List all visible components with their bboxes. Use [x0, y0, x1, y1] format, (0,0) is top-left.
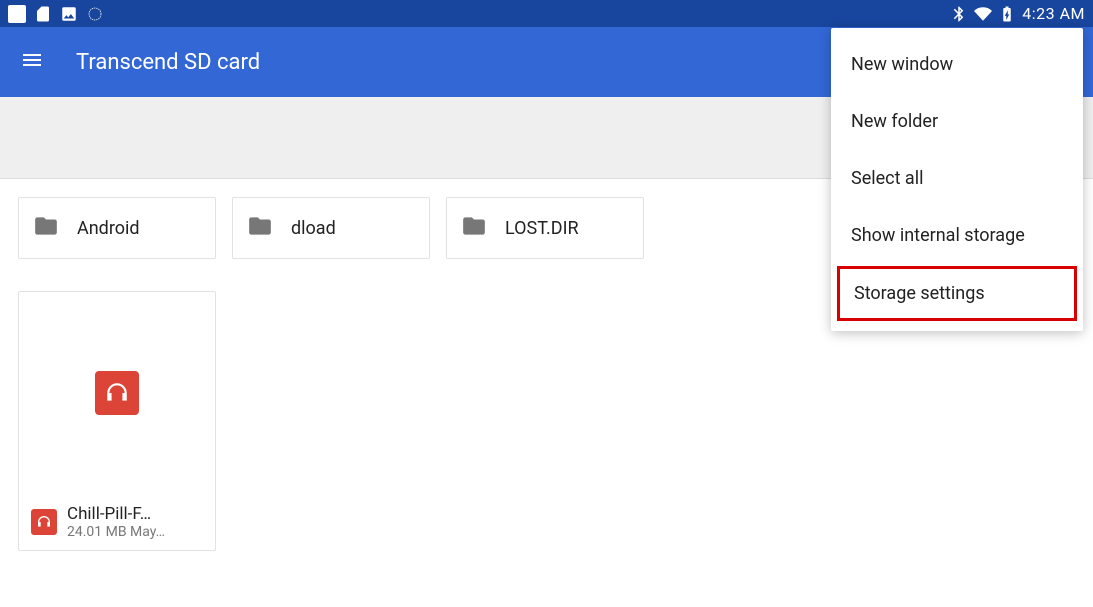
status-left: [8, 5, 104, 23]
audio-icon: [31, 509, 57, 535]
image-icon: [60, 5, 78, 23]
file-thumb: [19, 292, 215, 494]
notification-icon-1: [8, 5, 26, 23]
status-right: 4:23 AM: [950, 4, 1085, 23]
wifi-icon: [974, 5, 992, 23]
battery-icon: [998, 5, 1016, 23]
file-text: Chill-Pill-F… 24.01 MB May…: [67, 504, 165, 540]
menu-new-window[interactable]: New window: [831, 36, 1083, 93]
menu-show-internal-storage[interactable]: Show internal storage: [831, 207, 1083, 264]
status-time: 4:23 AM: [1022, 4, 1085, 23]
folder-label: dload: [291, 218, 336, 239]
menu-new-folder[interactable]: New folder: [831, 93, 1083, 150]
file-chill-pill[interactable]: Chill-Pill-F… 24.01 MB May…: [18, 291, 216, 551]
menu-storage-settings[interactable]: Storage settings: [837, 266, 1077, 321]
file-meta: 24.01 MB May…: [67, 524, 165, 540]
folder-lostdir[interactable]: LOST.DIR: [446, 197, 644, 259]
file-name: Chill-Pill-F…: [67, 504, 165, 524]
folder-label: Android: [77, 218, 140, 239]
app-title: Transcend SD card: [76, 50, 260, 75]
folder-icon: [33, 213, 59, 243]
overflow-menu: New window New folder Select all Show in…: [831, 28, 1083, 331]
audio-icon: [95, 371, 139, 415]
folder-icon: [461, 213, 487, 243]
menu-select-all[interactable]: Select all: [831, 150, 1083, 207]
bluetooth-icon: [950, 5, 968, 23]
sd-card-icon: [34, 5, 52, 23]
folder-icon: [247, 213, 273, 243]
file-info: Chill-Pill-F… 24.01 MB May…: [19, 494, 215, 550]
status-bar: 4:23 AM: [0, 0, 1093, 27]
folder-dload[interactable]: dload: [232, 197, 430, 259]
hamburger-icon[interactable]: [20, 48, 44, 76]
circle-icon: [86, 5, 104, 23]
folder-android[interactable]: Android: [18, 197, 216, 259]
folder-label: LOST.DIR: [505, 218, 579, 239]
